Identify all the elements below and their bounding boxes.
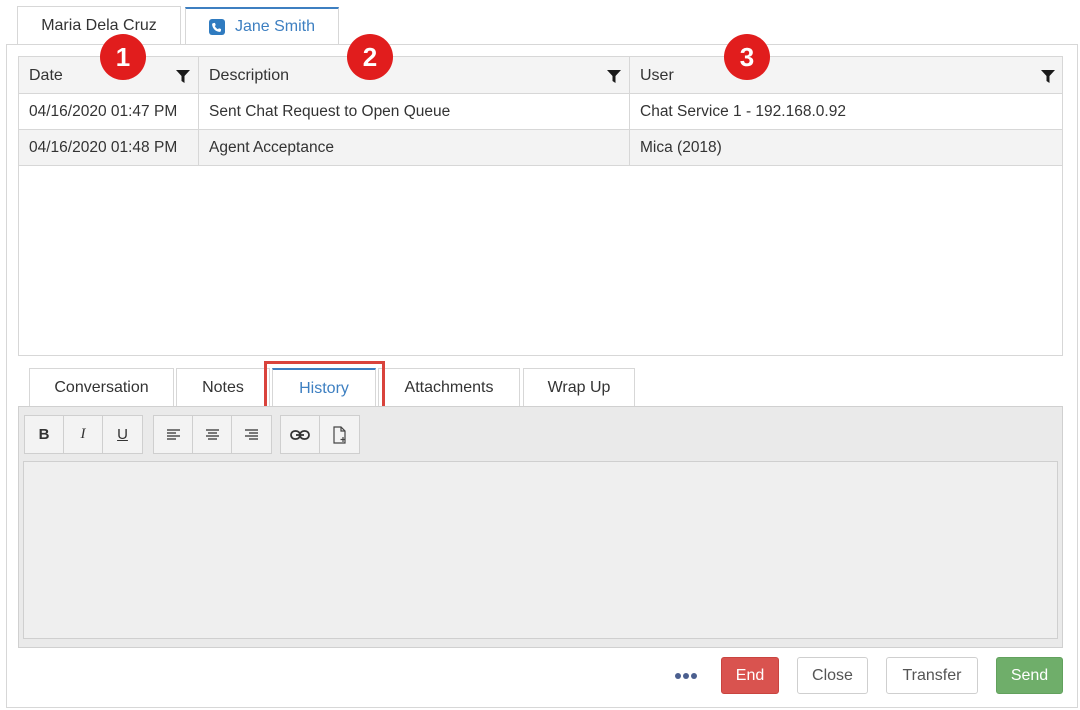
cell-date: 04/16/2020 01:47 PM	[29, 102, 178, 120]
callout-marker-3: 3	[724, 34, 770, 80]
history-grid: Date Description User 04/16/2020 01:47 P…	[18, 56, 1063, 356]
format-group: B I U	[24, 415, 143, 454]
italic-button[interactable]: I	[64, 416, 103, 453]
column-label: Description	[209, 66, 290, 84]
align-center-icon	[205, 428, 219, 440]
align-center-button[interactable]	[193, 416, 232, 453]
column-description[interactable]: Description	[198, 57, 629, 94]
cell-date: 04/16/2020 01:48 PM	[29, 138, 178, 156]
cell-user: Mica (2018)	[629, 130, 1063, 165]
insert-group	[280, 415, 360, 454]
column-user[interactable]: User	[629, 57, 1063, 94]
align-left-button[interactable]	[154, 416, 193, 453]
insert-file-button[interactable]	[320, 416, 359, 453]
more-dots-icon[interactable]	[672, 664, 700, 688]
transfer-button[interactable]: Transfer	[886, 657, 978, 694]
align-left-icon	[166, 428, 180, 440]
bold-button[interactable]: B	[25, 416, 64, 453]
underline-button[interactable]: U	[103, 416, 142, 453]
cell-description: Agent Acceptance	[198, 130, 629, 165]
tab-attachments[interactable]: Attachments	[378, 368, 520, 407]
message-editor: B I U	[18, 406, 1063, 648]
filter-icon[interactable]	[606, 69, 622, 84]
tab-maria-dela-cruz[interactable]: Maria Dela Cruz	[17, 6, 181, 45]
table-row[interactable]: 04/16/2020 01:48 PM Agent Acceptance Mic…	[19, 130, 1062, 166]
insert-link-button[interactable]	[281, 416, 320, 453]
send-button[interactable]: Send	[996, 657, 1063, 694]
tab-notes[interactable]: Notes	[176, 368, 270, 407]
link-icon	[290, 429, 310, 440]
message-input[interactable]	[23, 461, 1058, 639]
tab-label: Maria Dela Cruz	[41, 17, 157, 34]
end-button[interactable]: End	[721, 657, 779, 694]
insert-file-icon	[332, 425, 346, 444]
tab-label: Attachments	[404, 379, 494, 396]
callout-marker-2: 2	[347, 34, 393, 80]
callout-marker-1: 1	[100, 34, 146, 80]
tab-label: Conversation	[54, 379, 149, 396]
close-button[interactable]: Close	[797, 657, 868, 694]
tab-conversation[interactable]: Conversation	[29, 368, 174, 407]
cell-description: Sent Chat Request to Open Queue	[198, 94, 629, 129]
cell-user: Chat Service 1 - 192.168.0.92	[629, 94, 1063, 129]
grid-header: Date Description User	[19, 57, 1062, 94]
column-label: User	[640, 66, 674, 84]
align-group	[153, 415, 272, 454]
phone-icon	[208, 19, 225, 35]
table-row[interactable]: 04/16/2020 01:47 PM Sent Chat Request to…	[19, 94, 1062, 130]
column-label: Date	[29, 66, 63, 84]
filter-icon[interactable]	[175, 69, 191, 84]
align-right-icon	[245, 428, 258, 440]
tab-wrap-up[interactable]: Wrap Up	[523, 368, 635, 407]
align-right-button[interactable]	[232, 416, 271, 453]
tab-label: Wrap Up	[547, 379, 611, 396]
filter-icon[interactable]	[1040, 69, 1056, 84]
tab-label: Notes	[202, 379, 244, 396]
tab-label: Jane Smith	[234, 18, 316, 35]
tab-jane-smith[interactable]: Jane Smith	[185, 7, 339, 45]
